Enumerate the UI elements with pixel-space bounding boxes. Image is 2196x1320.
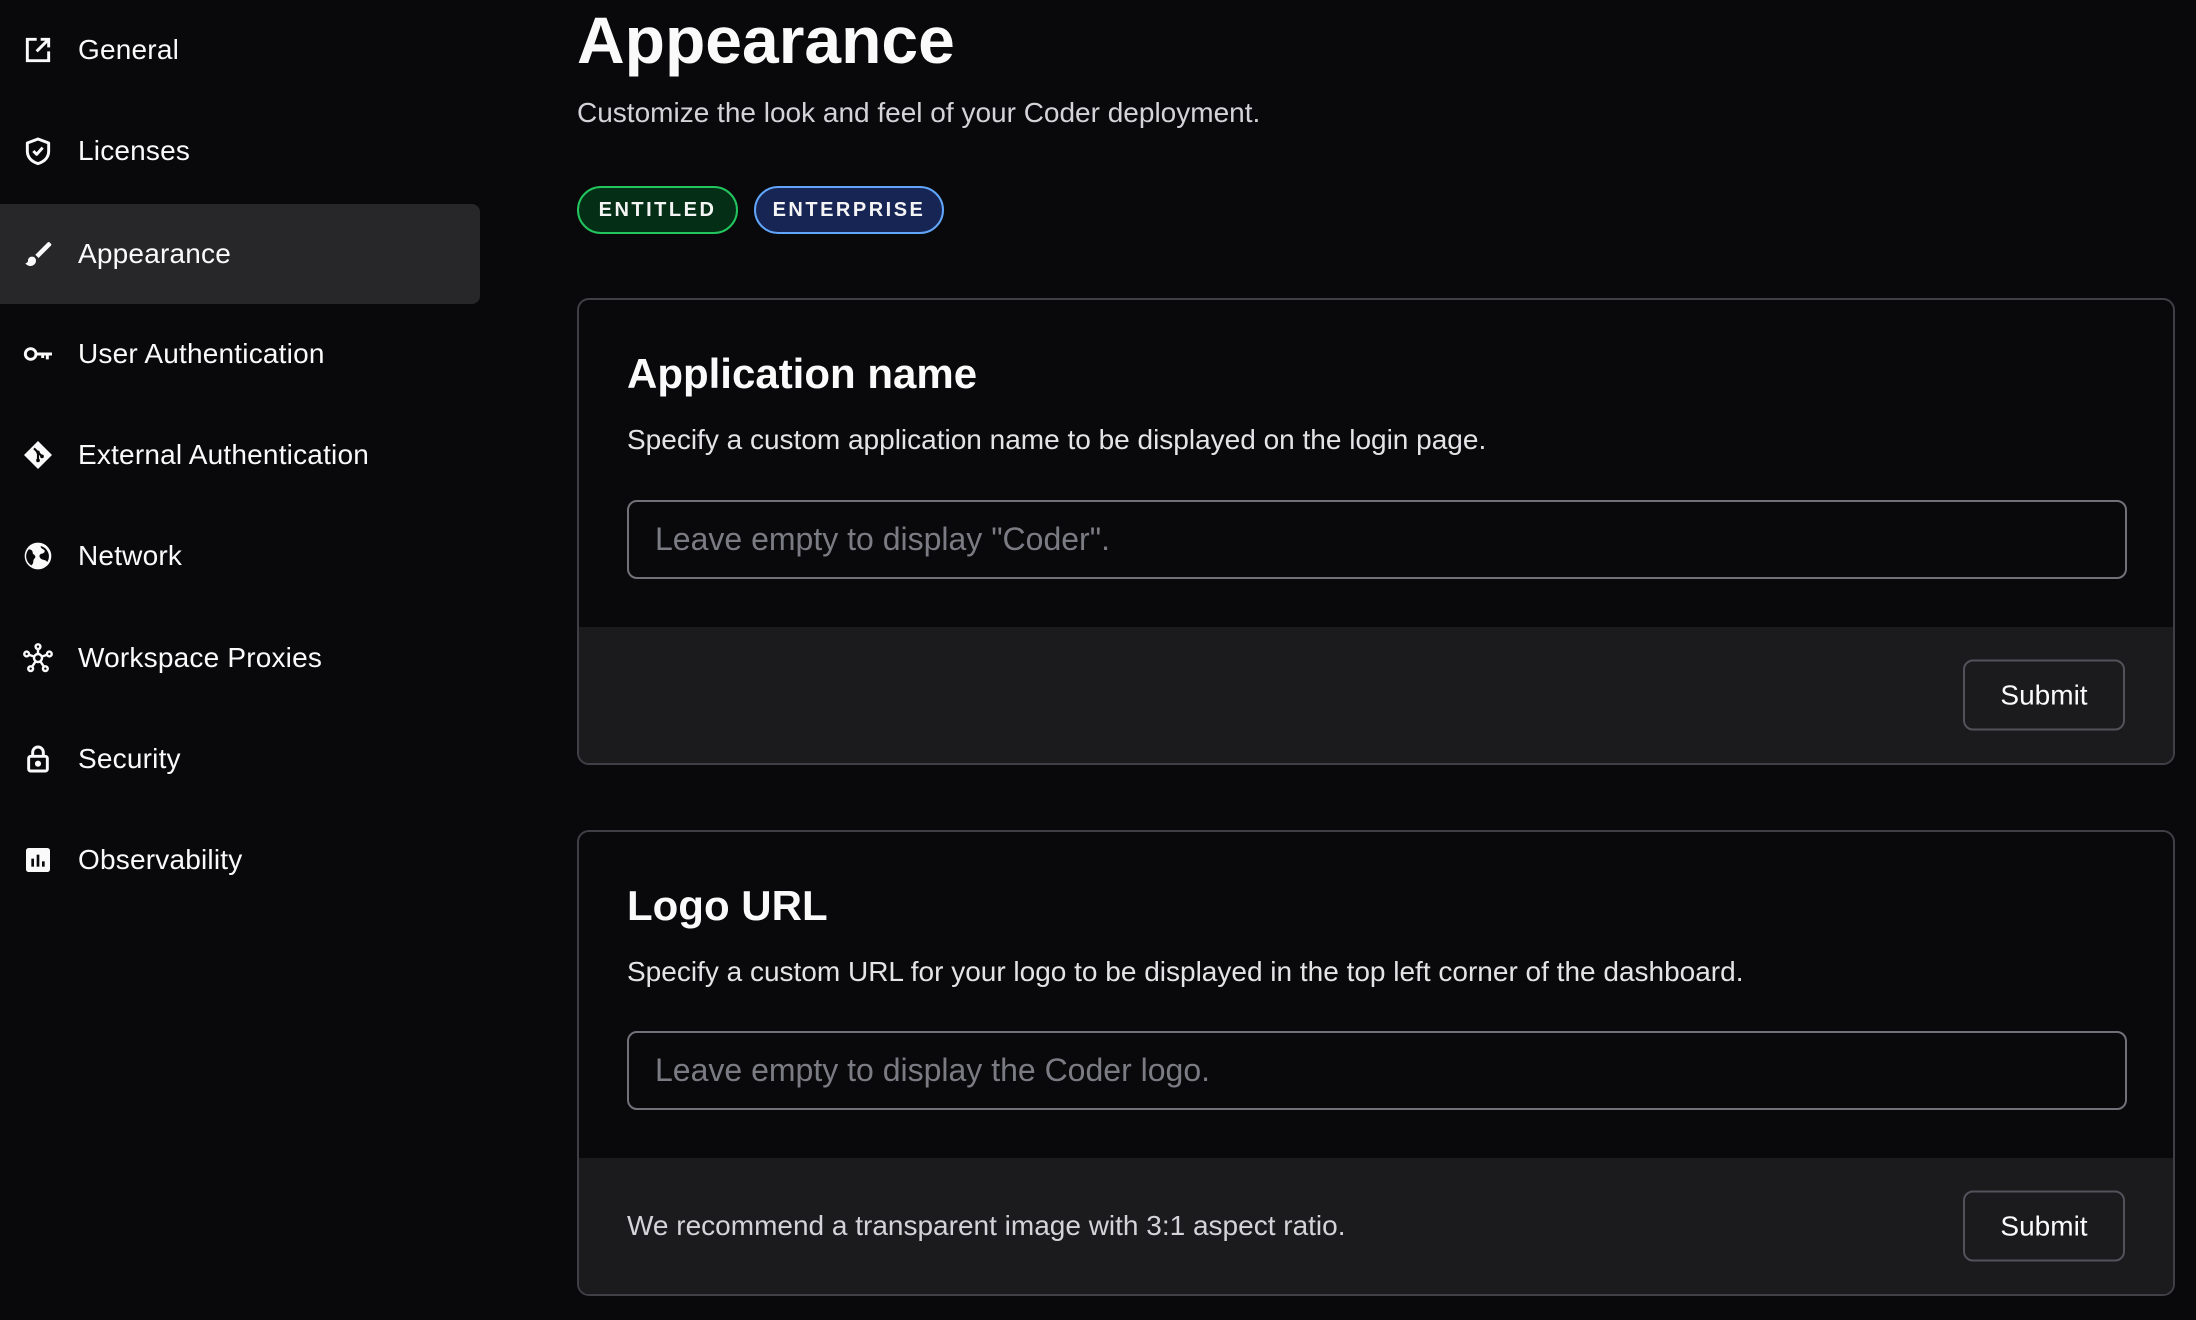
sidebar-item-external-authentication[interactable]: External Authentication	[0, 405, 480, 505]
card-description: Specify a custom application name to be …	[627, 424, 1487, 455]
application-name-input[interactable]	[627, 500, 2127, 579]
sidebar-item-label: External Authentication	[78, 439, 370, 470]
lock-icon	[22, 743, 54, 775]
sidebar-item-label: Network	[78, 540, 183, 571]
sidebar-item-appearance[interactable]: Appearance	[0, 204, 480, 304]
sidebar-item-user-authentication[interactable]: User Authentication	[0, 304, 480, 404]
sidebar-item-general[interactable]: General	[0, 0, 480, 100]
sidebar-item-label: Security	[78, 743, 181, 774]
shield-check-icon	[22, 135, 54, 167]
footer-note: We recommend a transparent image with 3:…	[627, 1210, 1346, 1241]
sidebar-item-network[interactable]: Network	[0, 506, 480, 606]
bar-chart-icon	[22, 844, 54, 876]
sidebar-item-security[interactable]: Security	[0, 709, 480, 809]
sidebar-item-label: User Authentication	[78, 338, 325, 369]
sidebar-item-licenses[interactable]: Licenses	[0, 101, 480, 201]
card-description: Specify a custom URL for your logo to be…	[627, 956, 1744, 987]
external-link-icon	[22, 34, 54, 66]
globe-icon	[22, 540, 54, 572]
enterprise-badge: ENTERPRISE	[754, 186, 944, 234]
card-footer: We recommend a transparent image with 3:…	[579, 1158, 2173, 1294]
sidebar-item-label: General	[78, 34, 180, 65]
settings-sidebar: General Licenses Appearance User Authent…	[0, 0, 480, 1320]
key-icon	[22, 338, 54, 370]
logo-url-input[interactable]	[627, 1031, 2127, 1110]
sidebar-item-label: Appearance	[78, 238, 232, 269]
submit-button[interactable]: Submit	[1963, 1190, 2125, 1262]
card-footer: Submit	[579, 627, 2173, 763]
git-icon	[22, 439, 54, 471]
sidebar-item-label: Workspace Proxies	[78, 642, 323, 673]
sidebar-item-workspace-proxies[interactable]: Workspace Proxies	[0, 608, 480, 708]
submit-button[interactable]: Submit	[1963, 659, 2125, 731]
logo-url-card: Logo URL Specify a custom URL for your l…	[577, 830, 2175, 1296]
entitled-badge: ENTITLED	[577, 186, 738, 234]
page-title: Appearance	[577, 3, 955, 77]
sidebar-item-observability[interactable]: Observability	[0, 810, 480, 910]
page-subtitle: Customize the look and feel of your Code…	[577, 97, 1261, 128]
paintbrush-icon	[22, 238, 54, 270]
sidebar-item-label: Licenses	[78, 135, 191, 166]
sidebar-item-label: Observability	[78, 844, 243, 875]
card-heading: Application name	[627, 350, 978, 397]
hub-icon	[22, 642, 54, 674]
application-name-card: Application name Specify a custom applic…	[577, 298, 2175, 765]
card-heading: Logo URL	[627, 882, 828, 929]
